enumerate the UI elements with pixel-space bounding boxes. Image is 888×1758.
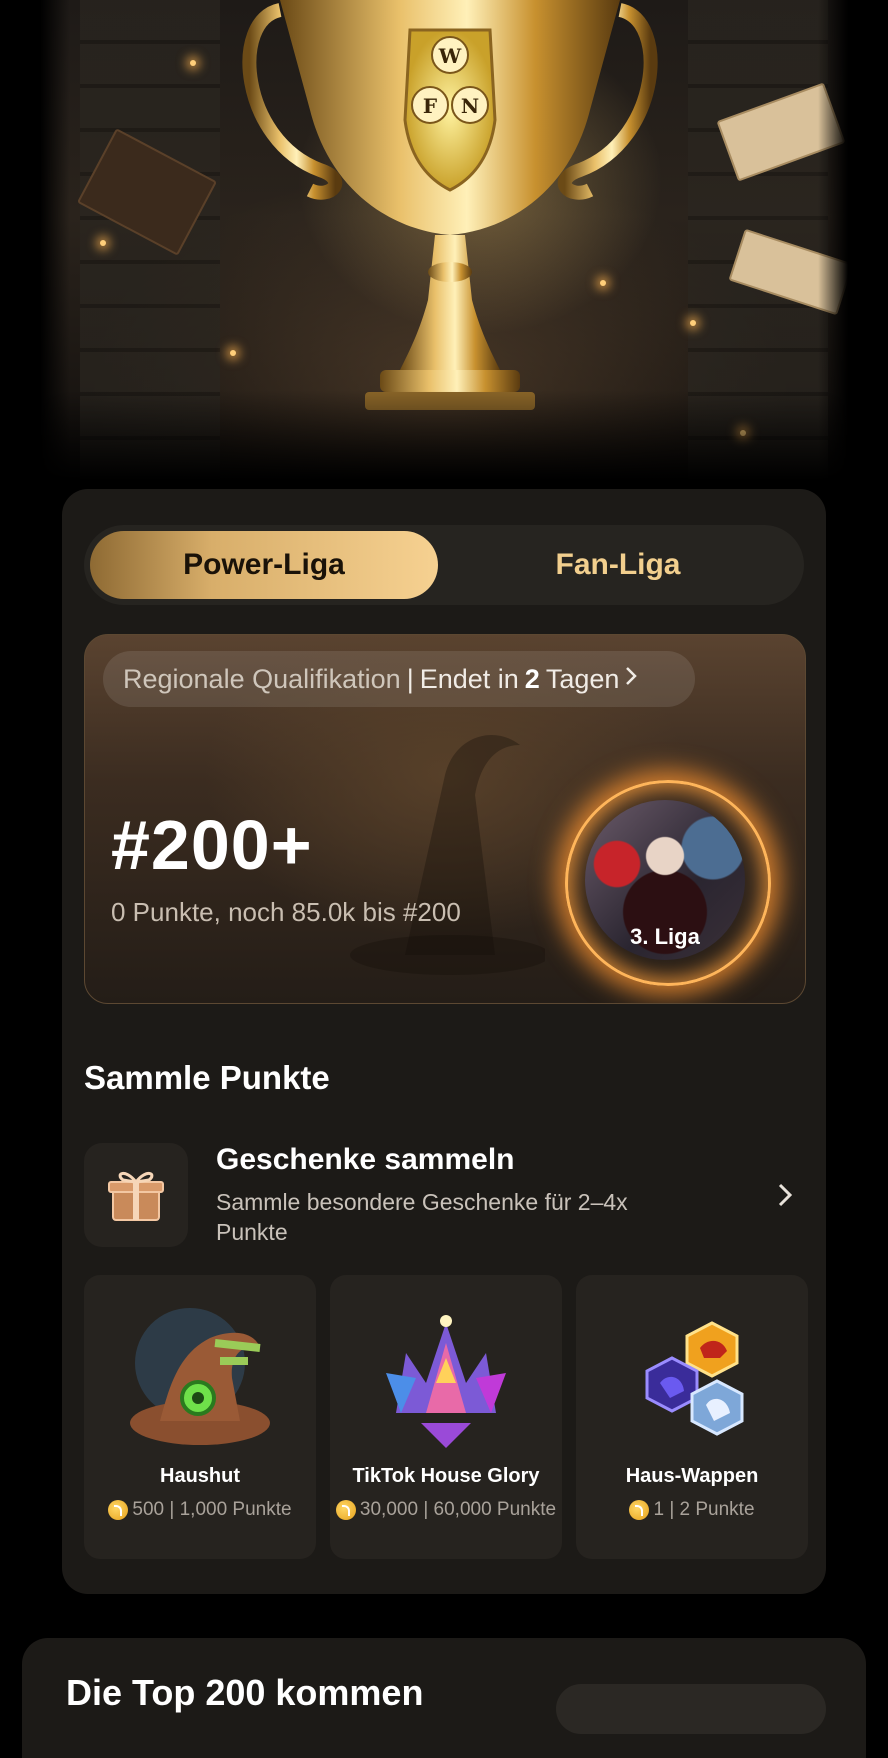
separator: | — [406, 663, 414, 694]
chevron-right-icon — [625, 665, 638, 693]
gift-card-haushut[interactable]: Haushut 500 | 1,000 Punkte — [84, 1275, 316, 1559]
crystal-crown-icon — [386, 1315, 506, 1448]
crest-letter: F — [423, 94, 437, 118]
ends-days: 2 — [524, 663, 540, 694]
gift-points: 30,000 | 60,000 Punkte — [330, 1499, 562, 1521]
chevron-right-icon — [778, 1183, 793, 1207]
gift-points-text: 1 | 2 Punkte — [653, 1499, 755, 1520]
gift-name: TikTok House Glory — [352, 1465, 540, 1487]
coin-icon — [108, 1500, 129, 1520]
ends-suffix: Tagen — [545, 663, 620, 694]
wizard-hat-icon — [130, 1308, 270, 1445]
section-title: Sammle Punkte — [84, 1059, 330, 1096]
avatar: 3. Liga — [585, 800, 745, 960]
gift-points: 1 | 2 Punkte — [576, 1499, 808, 1521]
coin-icon — [629, 1500, 650, 1520]
gift-card-haus-wappen[interactable]: Haus-Wappen 1 | 2 Punkte — [576, 1275, 808, 1559]
sparkle — [690, 320, 696, 326]
gift-description: Sammle besondere Geschenke für 2–4x Punk… — [216, 1189, 628, 1245]
qualification-pill[interactable]: Regionale Qualifikation | Endet in 2 Tag… — [103, 651, 695, 707]
sparkle — [100, 240, 106, 246]
gift-points-text: 30,000 | 60,000 Punkte — [359, 1499, 557, 1520]
sparkle — [230, 350, 236, 356]
crest-letter: W — [438, 44, 462, 68]
rank-card: Regionale Qualifikation | Endet in 2 Tag… — [84, 634, 806, 1004]
gift-points-text: 500 | 1,000 Punkte — [132, 1499, 292, 1520]
gift-name: Haushut — [160, 1465, 240, 1487]
coin-icon — [335, 1500, 356, 1520]
tab-fan-liga[interactable]: Fan-Liga — [444, 531, 792, 599]
sparkle — [190, 60, 196, 66]
top-200-panel: Die Top 200 kommen — [22, 1638, 866, 1758]
gift-card-tiktok-house-glory[interactable]: TikTok House Glory 30,000 | 60,000 Punkt… — [330, 1275, 562, 1559]
house-crests-icon — [645, 1321, 744, 1436]
league-label: 3. Liga — [630, 924, 700, 949]
top-200-title: Die Top 200 kommen — [66, 1672, 424, 1713]
collect-gifts-row[interactable]: Geschenke sammeln Sammle besondere Gesch… — [84, 1143, 804, 1251]
gift-title: Geschenke sammeln — [216, 1143, 515, 1176]
tab-power-liga[interactable]: Power-Liga — [90, 531, 438, 599]
qualification-label: Regionale Qualifikation — [123, 663, 401, 694]
ends-prefix: Endet in — [419, 663, 519, 694]
league-panel: Power-Liga Fan-Liga Regionale Qualifikat… — [62, 489, 826, 1594]
gift-name: Haus-Wappen — [625, 1465, 759, 1487]
league-tabs: Power-Liga Fan-Liga — [84, 525, 804, 605]
gift-cards: Haushut 500 | 1,000 Punkte TikTok House … — [84, 1275, 812, 1559]
trophy-icon: W F N — [242, 0, 658, 410]
rank-number: #200+ — [111, 806, 313, 884]
gift-box-icon — [84, 1143, 188, 1247]
gift-points: 500 | 1,000 Punkte — [84, 1499, 316, 1521]
wizard-hat-silhouette-icon — [350, 735, 545, 975]
league-badge[interactable]: 3. Liga — [555, 770, 775, 990]
hero-banner: W F N — [40, 0, 848, 480]
crest-letter: N — [461, 94, 479, 118]
points-progress: 0 Punkte, noch 85.0k bis #200 — [111, 897, 461, 927]
